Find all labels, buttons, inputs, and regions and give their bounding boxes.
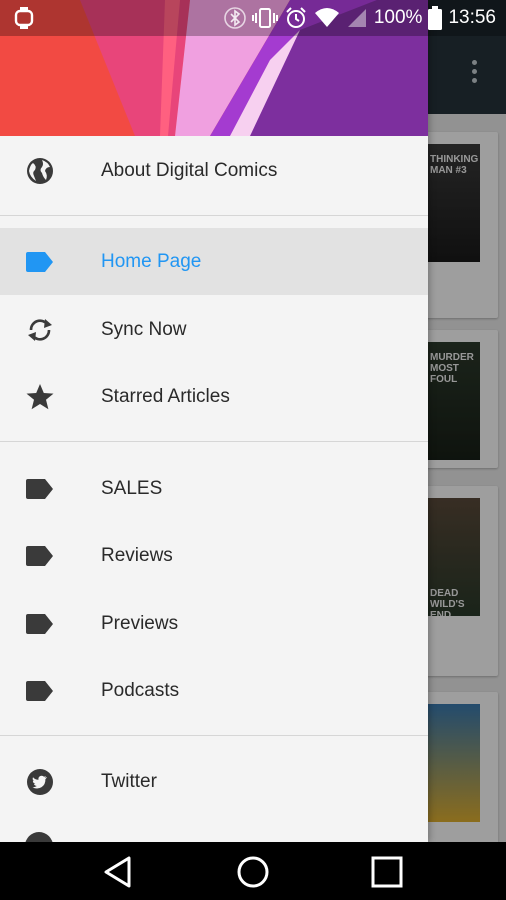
alarm-icon — [286, 7, 306, 28]
system-navigation-bar — [0, 842, 506, 900]
label-icon — [25, 247, 55, 277]
menu-label: Twitter — [101, 770, 157, 792]
menu-label: Reviews — [101, 544, 173, 566]
watch-icon — [14, 7, 34, 29]
menu-item-previews[interactable]: Previews — [0, 590, 428, 657]
star-icon — [25, 382, 55, 412]
bluetooth-icon — [224, 7, 246, 29]
clock: 13:56 — [448, 7, 496, 28]
menu-item-starred-articles[interactable]: Starred Articles — [0, 363, 428, 430]
menu-label: Sync Now — [101, 318, 187, 340]
navigation-drawer: About Digital Comics Home Page Sync Now … — [0, 0, 428, 842]
globe-icon — [25, 156, 55, 186]
menu-item-about[interactable]: About Digital Comics — [0, 137, 428, 204]
menu-label: SALES — [101, 477, 163, 499]
signal-icon — [347, 9, 366, 27]
back-icon[interactable] — [100, 854, 136, 890]
status-bar: 100% 13:56 — [0, 0, 506, 36]
battery-icon — [428, 6, 443, 30]
vibrate-icon — [251, 8, 278, 28]
menu-item-podcasts[interactable]: Podcasts — [0, 657, 428, 724]
menu-label: About Digital Comics — [101, 159, 278, 181]
menu-label: Podcasts — [101, 679, 180, 701]
menu-item-reviews[interactable]: Reviews — [0, 522, 428, 589]
label-icon — [25, 474, 55, 504]
battery-percentage: 100% — [373, 7, 423, 28]
divider — [0, 215, 428, 216]
menu-label: Home Page — [101, 250, 202, 272]
label-icon — [25, 541, 55, 571]
twitter-icon — [25, 767, 55, 797]
menu-label: Previews — [101, 612, 179, 634]
divider — [0, 441, 428, 442]
menu-item-twitter[interactable]: Twitter — [0, 748, 428, 815]
label-icon — [25, 609, 55, 639]
menu-label: Starred Articles — [101, 385, 230, 407]
label-icon — [25, 676, 55, 706]
menu-item-sales[interactable]: SALES — [0, 455, 428, 522]
recents-icon[interactable] — [369, 854, 405, 890]
sync-icon — [25, 315, 55, 345]
partial-menu-icon — [25, 832, 53, 842]
home-icon[interactable] — [235, 854, 271, 890]
menu-item-home-page[interactable]: Home Page — [0, 228, 428, 295]
menu-item-sync-now[interactable]: Sync Now — [0, 296, 428, 363]
wifi-icon — [314, 8, 339, 27]
divider — [0, 735, 428, 736]
